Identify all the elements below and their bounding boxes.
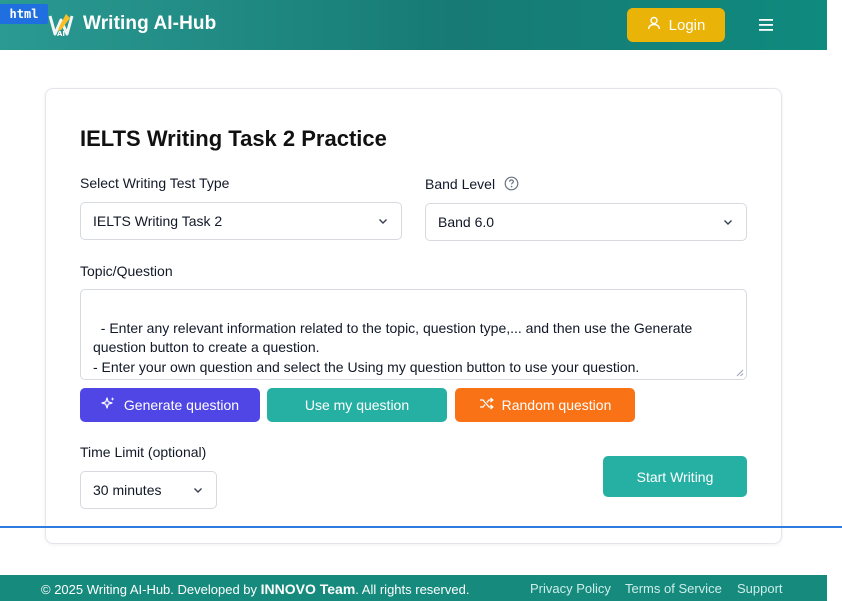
footer-copyright: © 2025 Writing AI-Hub. Developed by INNO… [41, 581, 469, 597]
terms-of-service-link[interactable]: Terms of Service [625, 581, 722, 596]
hamburger-menu-icon[interactable] [755, 15, 777, 35]
random-question-label: Random question [501, 397, 612, 413]
copyright-prefix: © 2025 Writing AI-Hub. Developed by [41, 582, 261, 597]
use-my-question-button[interactable]: Use my question [267, 388, 447, 422]
chevron-down-icon [379, 219, 387, 224]
html-badge: html [0, 4, 48, 24]
svg-text:AI: AI [57, 30, 65, 38]
support-link[interactable]: Support [737, 581, 783, 596]
test-type-label: Select Writing Test Type [80, 175, 230, 191]
page-title: IELTS Writing Task 2 Practice [80, 126, 387, 151]
time-limit-label: Time Limit (optional) [80, 444, 207, 460]
topic-label: Topic/Question [80, 263, 173, 279]
user-icon [647, 16, 661, 34]
start-writing-button[interactable]: Start Writing [603, 456, 747, 497]
start-writing-label: Start Writing [636, 468, 714, 485]
resize-handle-icon[interactable] [736, 369, 744, 377]
use-my-question-label: Use my question [304, 397, 410, 413]
band-level-value: Band 6.0 [438, 214, 495, 230]
generate-question-label: Generate question [123, 397, 240, 413]
generate-question-button[interactable]: Generate question [80, 388, 260, 422]
chevron-down-icon [724, 220, 732, 225]
random-question-button[interactable]: Random question [455, 388, 635, 422]
login-label: Login [668, 16, 706, 34]
shuffle-icon [479, 396, 494, 414]
sparkles-icon [101, 396, 116, 414]
question-circle-icon[interactable] [504, 176, 519, 191]
writing-ai-hub-logo[interactable]: AI [48, 12, 74, 38]
topic-textarea[interactable]: - Enter any relevant information related… [80, 289, 747, 380]
topic-placeholder: - Enter any relevant information related… [93, 319, 693, 375]
team-name: INNOVO Team [260, 581, 356, 597]
band-level-label: Band Level [425, 176, 496, 192]
copyright-suffix: . All rights reserved. [355, 582, 470, 597]
top-header: AI Writing AI-Hub Login [0, 0, 827, 50]
brand-name[interactable]: Writing AI-Hub [83, 13, 216, 35]
test-type-value: IELTS Writing Task 2 [93, 213, 223, 229]
login-button[interactable]: Login [627, 8, 725, 42]
time-limit-value: 30 minutes [93, 482, 162, 498]
footer: © 2025 Writing AI-Hub. Developed by INNO… [0, 575, 827, 601]
test-type-select[interactable]: IELTS Writing Task 2 [80, 202, 402, 240]
time-limit-select[interactable]: 30 minutes [80, 471, 217, 509]
page-divider [0, 526, 842, 528]
privacy-policy-link[interactable]: Privacy Policy [530, 581, 611, 596]
band-level-select[interactable]: Band 6.0 [425, 203, 747, 241]
chevron-down-icon [194, 488, 202, 493]
